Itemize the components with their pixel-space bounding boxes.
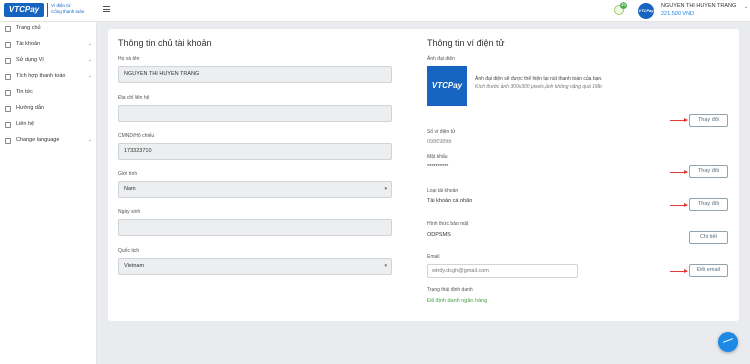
address-field[interactable] bbox=[118, 105, 392, 122]
sidebar-item-contact[interactable]: Liên hệ bbox=[0, 120, 97, 132]
avatar-label: Ảnh đại diện bbox=[427, 56, 455, 62]
sidebar-item-label: Hướng dẫn bbox=[16, 105, 45, 111]
owner-section-title: Thông tin chủ tài khoản bbox=[118, 38, 212, 48]
email-label: Email bbox=[427, 254, 440, 260]
name-label: Họ và tên bbox=[118, 56, 140, 62]
verification-label: Trạng thái định danh bbox=[427, 287, 473, 293]
sidebar-item-news[interactable]: Tin tức bbox=[0, 88, 97, 100]
verification-status: Đã định danh ngân hàng bbox=[427, 298, 488, 304]
chevron-down-icon: ⌄ bbox=[88, 57, 93, 63]
sidebar-item-label: Tích hợp thanh toán bbox=[16, 73, 66, 79]
arrow-right-icon bbox=[670, 170, 688, 174]
sidebar-item-label: Liên hệ bbox=[16, 121, 35, 127]
sidebar-item-label: Tài khoản bbox=[16, 41, 41, 47]
wallet-number-value: 098€98tttt bbox=[427, 139, 452, 145]
id-number-label: CMND/Hộ chiếu bbox=[118, 133, 155, 139]
top-bar: VTCPay Ví điện tử Cổng thanh toán 10 VTC… bbox=[0, 0, 750, 22]
messenger-chat-icon[interactable] bbox=[718, 332, 738, 352]
security-label: Hình thức bảo mật bbox=[427, 221, 469, 227]
email-input[interactable]: wtrdy.dcgh@gmail.com bbox=[427, 264, 578, 278]
logo-divider bbox=[47, 3, 48, 17]
sidebar-item-guide[interactable]: Hướng dẫn bbox=[0, 104, 97, 116]
nationality-select[interactable]: Vietnam ▾ bbox=[118, 258, 392, 275]
notification-badge: 10 bbox=[620, 2, 627, 9]
sidebar-item-home[interactable]: Trang chủ bbox=[0, 24, 97, 36]
link-icon bbox=[5, 74, 11, 80]
chevron-down-icon[interactable]: ⌄ bbox=[744, 4, 748, 10]
caret-down-icon: ▾ bbox=[384, 186, 387, 192]
security-value: ODPSMS bbox=[427, 232, 451, 238]
sidebar-item-label: Trang chủ bbox=[16, 25, 41, 31]
contact-icon bbox=[5, 122, 11, 128]
chevron-down-icon: ⌄ bbox=[88, 41, 93, 47]
chevron-down-icon: ⌄ bbox=[88, 137, 93, 143]
avatar-description: Ảnh đại diện sẽ được thể hiện tại nút th… bbox=[475, 76, 603, 82]
address-label: Địa chỉ liên hệ bbox=[118, 95, 150, 101]
change-account-type-button[interactable]: Thay đổi bbox=[689, 198, 728, 211]
name-field[interactable]: NGUYEN THI HUYEN TRANG bbox=[118, 66, 392, 83]
tagline: Ví điện tử Cổng thanh toán bbox=[51, 3, 84, 15]
tagline-line-2: Cổng thanh toán bbox=[51, 9, 85, 14]
id-number-field[interactable]: 173323710 bbox=[118, 143, 392, 160]
menu-toggle-icon[interactable] bbox=[103, 6, 110, 12]
sidebar-item-label: Sử dụng Ví bbox=[16, 57, 44, 63]
sidebar-item-change-language[interactable]: Change language ⌄ bbox=[0, 136, 97, 148]
user-icon bbox=[5, 42, 11, 48]
change-password-button[interactable]: Thay đổi bbox=[689, 165, 728, 178]
dob-field[interactable] bbox=[118, 219, 392, 236]
account-type-value: Tài khoản cá nhân bbox=[427, 198, 473, 204]
sidebar-item-payment-integration[interactable]: Tích hợp thanh toán ⌄ bbox=[0, 72, 97, 84]
vtcpay-logo[interactable]: VTCPay bbox=[4, 3, 44, 17]
avatar-size-note: Kích thước ảnh 300x300 pixels,ảnh không … bbox=[475, 84, 602, 90]
user-avatar[interactable]: VTCPay bbox=[638, 3, 654, 19]
sidebar: Trang chủ Tài khoản ⌄ Sử dụng Ví ⌄ Tích … bbox=[0, 22, 97, 364]
account-type-label: Loại tài khoản bbox=[427, 188, 459, 194]
gender-select[interactable]: Nam ▾ bbox=[118, 181, 392, 198]
wallet-avatar-image: VTCPay bbox=[427, 66, 467, 106]
security-detail-button[interactable]: Chi tiết bbox=[689, 231, 728, 244]
guide-icon bbox=[5, 106, 11, 112]
password-label: Mật khẩu bbox=[427, 154, 448, 160]
dob-label: Ngày sinh bbox=[118, 209, 141, 215]
wallet-number-label: Số ví điện tử bbox=[427, 129, 456, 135]
news-icon bbox=[5, 90, 11, 96]
change-avatar-button[interactable]: Thay đổi bbox=[689, 114, 728, 127]
user-balance: 221.500 VND bbox=[661, 11, 695, 17]
gender-label: Giới tính bbox=[118, 171, 138, 177]
nationality-label: Quốc tịch bbox=[118, 248, 140, 254]
sidebar-item-label: Change language bbox=[16, 137, 60, 143]
arrow-right-icon bbox=[670, 118, 688, 122]
arrow-right-icon bbox=[670, 203, 688, 207]
sidebar-item-account[interactable]: Tài khoản ⌄ bbox=[0, 40, 97, 52]
arrow-right-icon bbox=[670, 269, 688, 273]
home-icon bbox=[5, 26, 11, 32]
language-icon bbox=[5, 138, 11, 144]
chevron-down-icon: ⌄ bbox=[88, 73, 93, 79]
wallet-section-title: Thông tin ví điện tử bbox=[427, 38, 505, 48]
nationality-value: Vietnam bbox=[124, 263, 145, 269]
wallet-icon bbox=[5, 58, 11, 64]
sidebar-item-label: Tin tức bbox=[16, 89, 33, 95]
sidebar-item-use-wallet[interactable]: Sử dụng Ví ⌄ bbox=[0, 56, 97, 68]
gender-value: Nam bbox=[124, 186, 136, 192]
password-value: ********** bbox=[427, 164, 449, 170]
user-name[interactable]: NGUYEN THI HUYEN TRANG bbox=[661, 3, 736, 9]
caret-down-icon: ▾ bbox=[384, 263, 387, 269]
change-email-button[interactable]: Đổi email bbox=[689, 264, 728, 277]
